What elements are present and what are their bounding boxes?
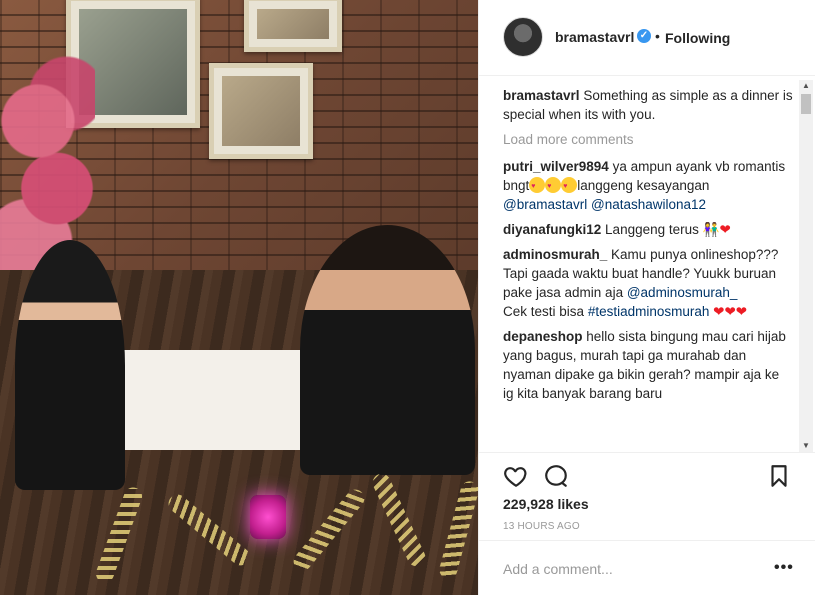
- heart-outline-icon[interactable]: [503, 463, 529, 489]
- comment-item: adminosmurah_ Kamu punya onlineshop??? T…: [503, 245, 793, 321]
- add-comment-bar: •••: [479, 540, 815, 595]
- mention-link[interactable]: @bramastavrl: [503, 197, 587, 212]
- comment-username[interactable]: adminosmurah_: [503, 247, 607, 262]
- heart-eyes-emoji: [529, 177, 578, 196]
- wall-frame-picture: [209, 63, 313, 159]
- comments-list: bramastavrl Something as simple as a din…: [503, 86, 793, 448]
- comment-text: Langgeng terus: [605, 222, 699, 237]
- caption-username[interactable]: bramastavrl: [503, 88, 580, 103]
- comment-item: diyanafungki12 Langgeng terus 👫❤: [503, 220, 793, 239]
- heart-emoji: ❤❤❤: [713, 304, 748, 319]
- comments-scrollbar[interactable]: ▲ ▼: [799, 80, 813, 452]
- comment-username[interactable]: diyanafungki12: [503, 222, 601, 237]
- post-details-panel: bramastavrl ✓ • Following bramastavrl So…: [478, 0, 815, 595]
- comment-username[interactable]: depaneshop: [503, 329, 583, 344]
- woman-figure: [15, 240, 125, 490]
- action-bar: [479, 452, 815, 496]
- comment-item: putri_wilver9894 ya ampun ayank vb roman…: [503, 157, 793, 214]
- verified-badge-icon: ✓: [637, 29, 651, 43]
- comment-bubble-icon[interactable]: [543, 463, 569, 489]
- caption: bramastavrl Something as simple as a din…: [503, 86, 793, 124]
- comment-text: langgeng kesayangan: [577, 178, 710, 193]
- add-comment-input[interactable]: [503, 559, 753, 579]
- scroll-down-arrow-icon[interactable]: ▼: [799, 440, 813, 452]
- comment-text: Cek testi bisa: [503, 304, 585, 319]
- couple-emoji: 👫: [702, 222, 720, 237]
- avatar[interactable]: [503, 17, 543, 57]
- wall-frame-top: [244, 0, 342, 52]
- mention-link[interactable]: @adminosmurah_: [627, 285, 738, 300]
- separator-dot: •: [655, 28, 660, 44]
- mention-link[interactable]: @natashawilona12: [591, 197, 706, 212]
- header-username[interactable]: bramastavrl: [555, 29, 634, 45]
- comment-item: depaneshop hello sista bingung mau cari …: [503, 327, 793, 403]
- post-timestamp[interactable]: 13 HOURS AGO: [503, 521, 580, 532]
- more-options-icon[interactable]: •••: [774, 559, 794, 577]
- post-header: bramastavrl ✓ • Following: [479, 0, 815, 76]
- following-button[interactable]: Following: [665, 30, 730, 46]
- heart-emoji: ❤: [719, 222, 731, 237]
- pink-candle: [250, 495, 286, 539]
- bookmark-icon[interactable]: [766, 463, 792, 489]
- post-photo[interactable]: [0, 0, 478, 595]
- likes-count[interactable]: 229,928 likes: [503, 496, 589, 512]
- scrollbar-thumb[interactable]: [801, 94, 811, 114]
- scroll-up-arrow-icon[interactable]: ▲: [799, 80, 813, 92]
- man-figure: [300, 225, 475, 475]
- load-more-comments-link[interactable]: Load more comments: [503, 130, 793, 149]
- hashtag-link[interactable]: #testiadminosmurah: [588, 304, 710, 319]
- comment-username[interactable]: putri_wilver9894: [503, 159, 609, 174]
